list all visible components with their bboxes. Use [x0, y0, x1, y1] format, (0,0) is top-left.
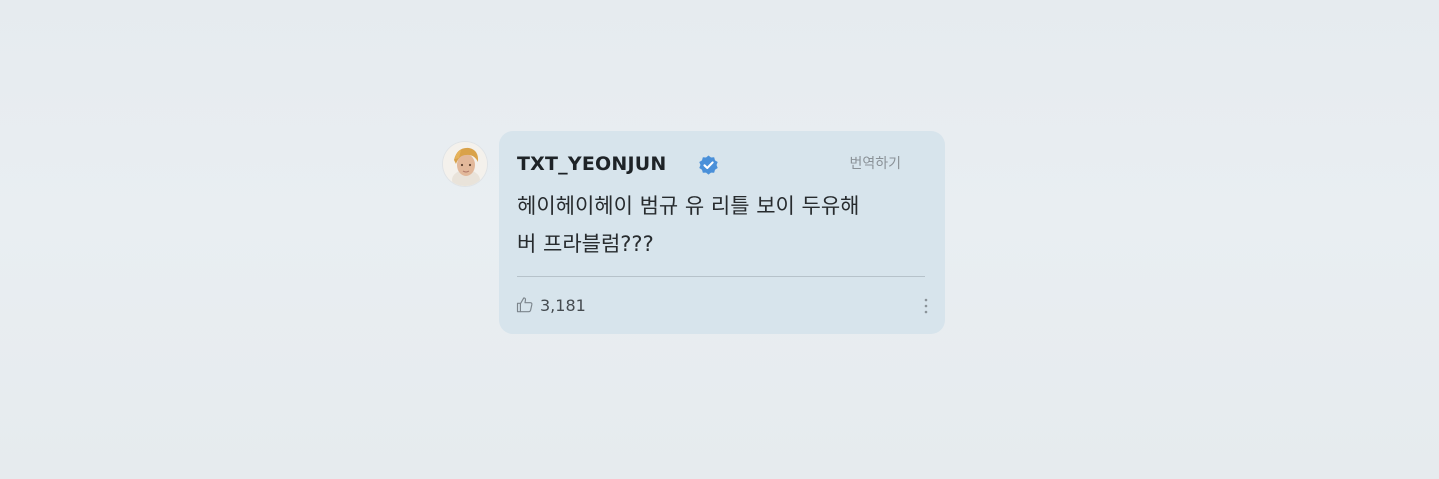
comment-text-line-1: 헤이헤이헤이 범규 유 리틀 보이 두유해	[517, 194, 860, 218]
avatar[interactable]	[443, 142, 487, 186]
avatar-image	[443, 142, 487, 186]
verified-badge-icon	[699, 155, 718, 175]
like-button[interactable]: 3,181	[515, 294, 586, 316]
like-count: 3,181	[540, 295, 586, 315]
comment-card: TXT_YEONJUN 번역하기 헤이헤이헤이 범규 유 리틀 보이 두유해 버…	[499, 131, 945, 334]
comment-text: 헤이헤이헤이 범규 유 리틀 보이 두유해 버 프라블럼???	[517, 187, 927, 263]
username[interactable]: TXT_YEONJUN	[517, 153, 666, 175]
divider	[517, 276, 925, 277]
thumbs-up-icon	[516, 297, 533, 313]
more-options-icon[interactable]	[921, 296, 931, 316]
translate-button[interactable]: 번역하기	[849, 153, 901, 173]
comment-text-line-2: 버 프라블럼???	[517, 232, 654, 256]
